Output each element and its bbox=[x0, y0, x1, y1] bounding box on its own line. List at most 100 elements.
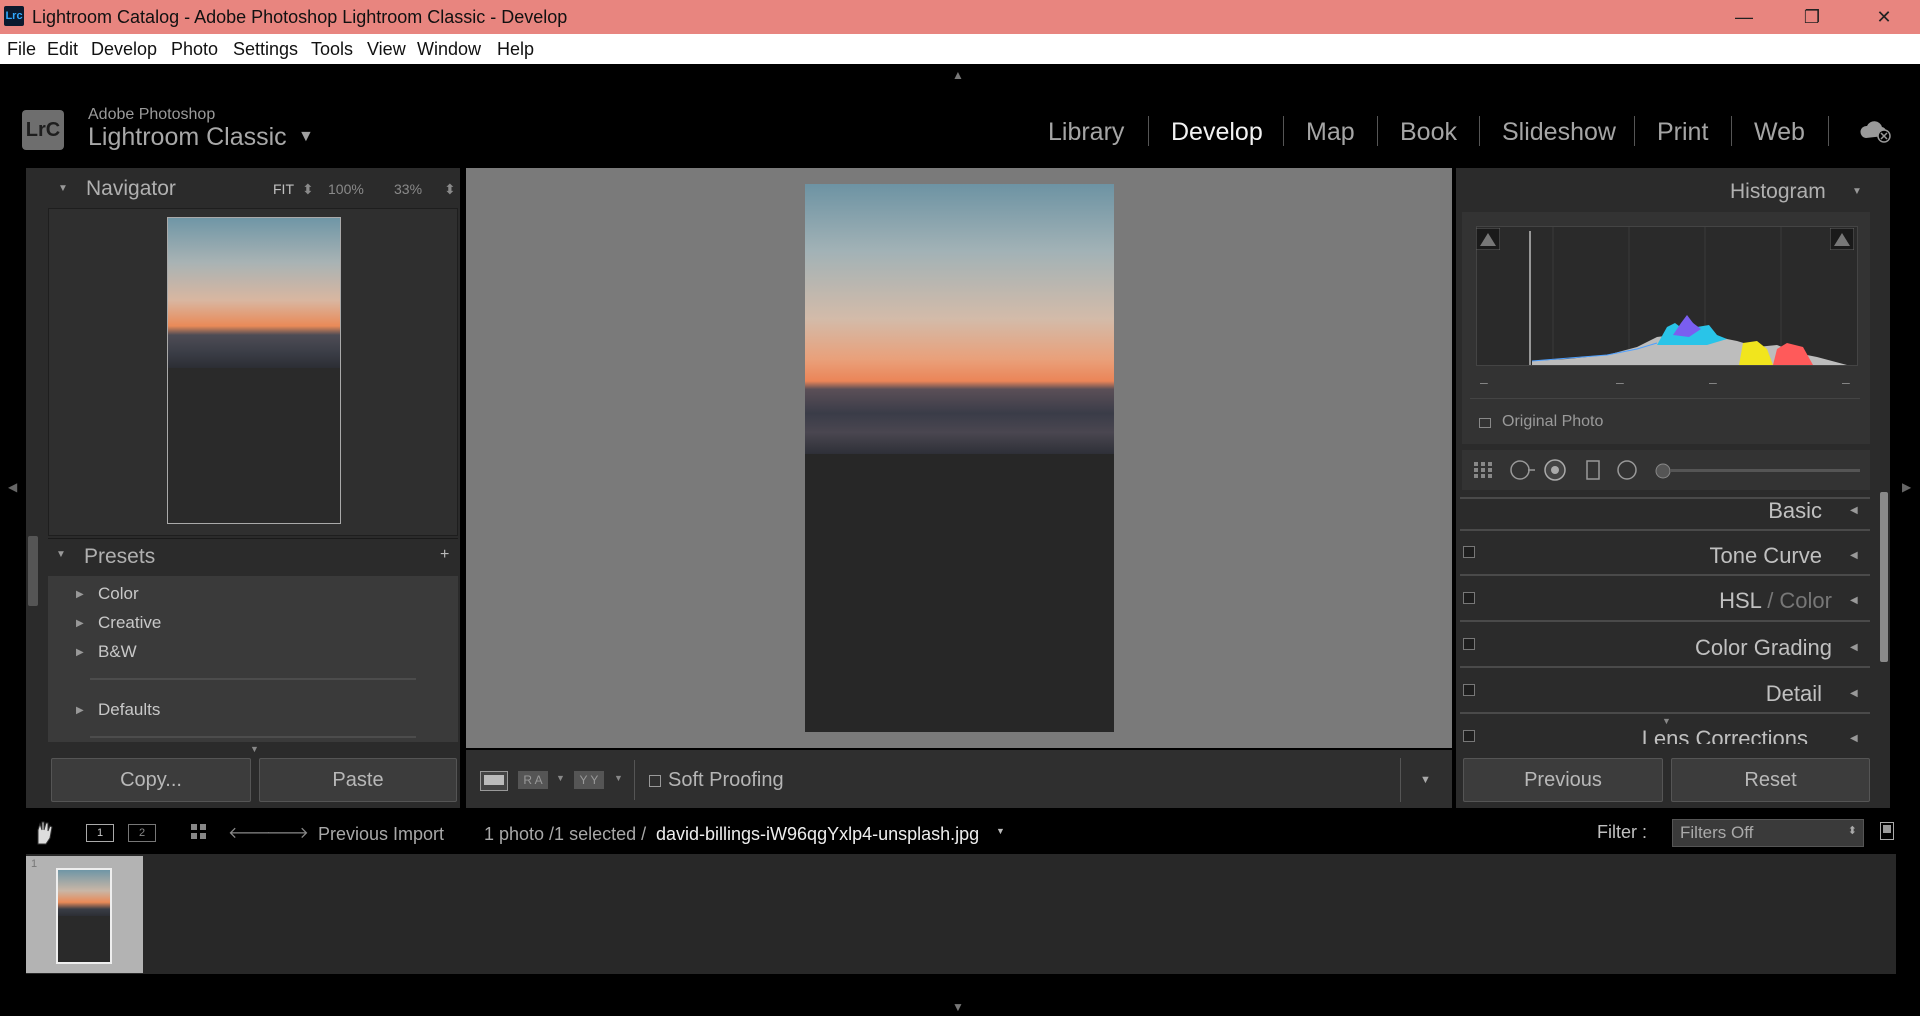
loupe-view-icon[interactable] bbox=[480, 771, 508, 791]
section-tone-curve[interactable]: Tone Curve bbox=[1600, 543, 1822, 569]
crop-overlay-icon[interactable] bbox=[1472, 460, 1496, 485]
zoom-fit[interactable]: FIT bbox=[273, 181, 294, 197]
module-map[interactable]: Map bbox=[1306, 118, 1355, 147]
primary-display-icon[interactable]: 1 bbox=[86, 824, 114, 842]
filmstrip-thumbnail[interactable] bbox=[56, 868, 112, 964]
spot-removal-icon[interactable] bbox=[1508, 458, 1536, 487]
filmstrip-source[interactable]: Previous Import bbox=[318, 824, 444, 845]
main-photo[interactable] bbox=[805, 184, 1114, 732]
collapse-arrow-icon[interactable]: ◀ bbox=[1850, 733, 1858, 744]
secondary-display-icon[interactable]: 2 bbox=[128, 824, 156, 842]
module-develop[interactable]: Develop bbox=[1171, 118, 1263, 147]
collapse-left-panel-icon[interactable]: ◀ bbox=[8, 480, 17, 494]
menu-edit[interactable]: Edit bbox=[47, 39, 78, 60]
shadow-clipping-icon[interactable] bbox=[1475, 227, 1501, 255]
zoom-100[interactable]: 100% bbox=[328, 181, 364, 197]
before-after-dropdown-icon[interactable]: ▼ bbox=[556, 773, 565, 783]
collapse-arrow-icon[interactable]: ◀ bbox=[1850, 505, 1858, 516]
preset-group-color[interactable]: Color bbox=[98, 584, 139, 604]
paste-button[interactable]: Paste bbox=[259, 758, 457, 802]
section-toggle-icon[interactable] bbox=[1463, 638, 1475, 650]
previous-button[interactable]: Previous bbox=[1463, 758, 1663, 802]
toolbar-options-icon[interactable]: ▼ bbox=[1420, 774, 1431, 786]
histogram-readout: – bbox=[1480, 374, 1488, 390]
menu-settings[interactable]: Settings bbox=[233, 39, 298, 60]
zoom-33[interactable]: 33% bbox=[394, 181, 422, 197]
section-toggle-icon[interactable] bbox=[1463, 592, 1475, 604]
collapse-arrow-icon[interactable]: ◀ bbox=[1850, 642, 1858, 653]
back-arrow-icon[interactable]: 🡐 bbox=[228, 822, 271, 843]
section-basic[interactable]: Basic bbox=[1600, 498, 1822, 524]
section-divider bbox=[1460, 712, 1870, 714]
collapse-right-panel-icon[interactable]: ▶ bbox=[1902, 480, 1911, 494]
collapse-arrow-icon[interactable]: ◀ bbox=[1850, 550, 1858, 561]
hand-cursor-icon[interactable] bbox=[30, 818, 58, 851]
filter-lock-icon[interactable] bbox=[1880, 822, 1894, 840]
preset-group-defaults[interactable]: Defaults bbox=[98, 700, 160, 720]
presets-collapse-icon[interactable]: ▼ bbox=[56, 549, 66, 560]
module-book[interactable]: Book bbox=[1400, 118, 1457, 147]
section-hsl-color[interactable]: HSL / Color bbox=[1600, 588, 1832, 614]
collapse-filmstrip-icon[interactable]: ▼ bbox=[952, 1000, 964, 1014]
histogram-collapse-icon[interactable]: ▼ bbox=[1852, 186, 1862, 197]
navigator-collapse-icon[interactable]: ▼ bbox=[58, 183, 68, 194]
section-color-grading[interactable]: Color Grading bbox=[1600, 635, 1832, 661]
radial-filter-icon[interactable] bbox=[1616, 459, 1638, 486]
section-lens-corrections[interactable]: Lens Corrections bbox=[1576, 726, 1808, 744]
module-print[interactable]: Print bbox=[1657, 118, 1708, 147]
menu-window[interactable]: Window bbox=[417, 39, 481, 60]
copy-button[interactable]: Copy... bbox=[51, 758, 251, 802]
filmstrip-cell-selected[interactable]: 1 bbox=[26, 856, 143, 973]
identity-plate-arrow-icon[interactable]: ▼ bbox=[298, 128, 314, 146]
brush-size-slider[interactable] bbox=[1670, 469, 1860, 472]
left-panel-scrollbar[interactable] bbox=[28, 536, 38, 606]
menu-photo[interactable]: Photo bbox=[171, 39, 218, 60]
right-panel-scrollbar[interactable] bbox=[1880, 492, 1888, 662]
before-after-icon[interactable]: R A bbox=[518, 771, 548, 789]
brush-icon[interactable] bbox=[1654, 462, 1672, 485]
forward-arrow-icon[interactable]: 🡒 bbox=[266, 822, 309, 843]
module-slideshow[interactable]: Slideshow bbox=[1502, 118, 1616, 147]
preset-divider bbox=[90, 736, 416, 738]
menu-develop[interactable]: Develop bbox=[91, 39, 157, 60]
zoom-custom-arrows-icon[interactable]: ⬍ bbox=[444, 181, 456, 198]
menu-tools[interactable]: Tools bbox=[311, 39, 353, 60]
section-toggle-icon[interactable] bbox=[1463, 546, 1475, 558]
collapse-arrow-icon[interactable]: ◀ bbox=[1850, 688, 1858, 699]
preset-group-bw[interactable]: B&W bbox=[98, 642, 137, 662]
current-filename[interactable]: david-billings-iW96qgYxlp4-unsplash.jpg bbox=[656, 824, 979, 845]
navigator-thumbnail[interactable] bbox=[167, 217, 341, 524]
swap-dropdown-icon[interactable]: ▼ bbox=[614, 773, 623, 783]
menu-view[interactable]: View bbox=[367, 39, 406, 60]
cloud-sync-icon[interactable] bbox=[1858, 118, 1892, 149]
collapse-arrow-icon[interactable]: ◀ bbox=[1850, 595, 1858, 606]
add-preset-icon[interactable]: + bbox=[440, 546, 449, 564]
menu-file[interactable]: File bbox=[7, 39, 36, 60]
restore-button[interactable]: ❐ bbox=[1778, 0, 1846, 34]
collapse-top-panel-icon[interactable]: ▲ bbox=[952, 68, 964, 82]
filename-dropdown-icon[interactable]: ▼ bbox=[996, 826, 1005, 836]
histogram-graph[interactable] bbox=[1476, 226, 1858, 366]
expand-arrow-icon[interactable]: ▶ bbox=[76, 589, 84, 600]
swap-before-after-icon[interactable]: Y Y bbox=[574, 771, 604, 789]
section-detail[interactable]: Detail bbox=[1600, 681, 1822, 707]
graduated-filter-icon[interactable] bbox=[1586, 460, 1600, 485]
expand-arrow-icon[interactable]: ▶ bbox=[76, 647, 84, 658]
minimize-button[interactable]: — bbox=[1710, 0, 1778, 34]
expand-arrow-icon[interactable]: ▶ bbox=[76, 618, 84, 629]
section-toggle-icon[interactable] bbox=[1463, 684, 1475, 696]
menu-help[interactable]: Help bbox=[497, 39, 534, 60]
section-toggle-icon[interactable] bbox=[1463, 730, 1475, 742]
preset-group-creative[interactable]: Creative bbox=[98, 613, 161, 633]
module-web[interactable]: Web bbox=[1754, 118, 1805, 147]
zoom-fit-arrows-icon[interactable]: ⬍ bbox=[302, 181, 314, 198]
module-library[interactable]: Library bbox=[1048, 118, 1124, 147]
expand-arrow-icon[interactable]: ▶ bbox=[76, 705, 84, 716]
highlight-clipping-icon[interactable] bbox=[1829, 227, 1855, 255]
reset-button[interactable]: Reset bbox=[1671, 758, 1870, 802]
filter-select[interactable]: Filters Off ⬍ bbox=[1672, 819, 1864, 847]
soft-proofing-checkbox[interactable] bbox=[649, 775, 661, 787]
red-eye-icon[interactable] bbox=[1543, 458, 1567, 487]
close-button[interactable]: ✕ bbox=[1850, 0, 1918, 34]
grid-view-icon[interactable] bbox=[190, 823, 208, 846]
